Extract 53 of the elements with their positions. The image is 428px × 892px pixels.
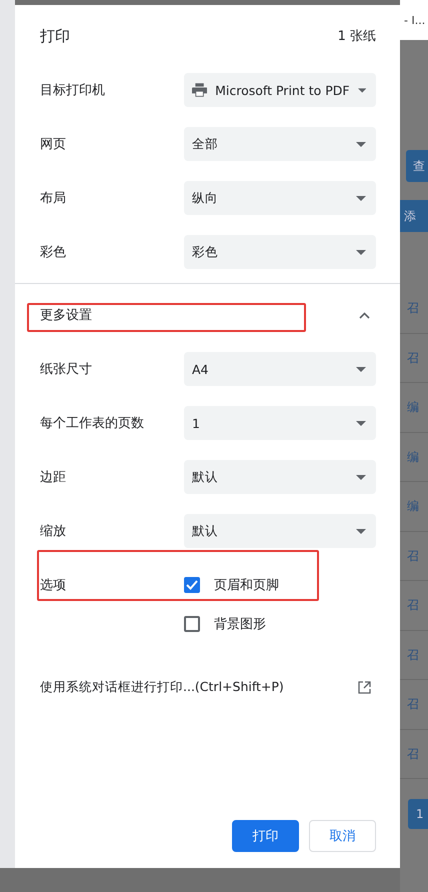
setting-label: 每个工作表的页数	[40, 415, 145, 432]
setting-label: 纸张尺寸	[40, 361, 93, 378]
table-cell: 编	[400, 383, 428, 432]
dropdown-caret-icon	[356, 474, 366, 480]
sheet-count: 1 张纸	[338, 28, 376, 45]
dropdown-caret-icon	[356, 528, 366, 534]
more-settings-toggle[interactable]: 更多设置	[40, 288, 376, 342]
table-cell: 召	[400, 730, 428, 779]
dropdown-select[interactable]: 默认	[184, 460, 376, 494]
dropdown-select[interactable]: Microsoft Print to PDF	[184, 73, 376, 107]
dropdown-select[interactable]: 彩色	[184, 235, 376, 269]
dropdown-select[interactable]: 1	[184, 406, 376, 440]
dropdown-caret-icon	[356, 142, 366, 146]
setting-label: 目标打印机	[40, 82, 106, 99]
dropdown-caret-icon	[356, 366, 366, 372]
setting-label: 彩色	[40, 244, 67, 261]
printer-icon	[192, 82, 208, 98]
tab-title: - I...	[400, 0, 428, 40]
checkbox[interactable]	[184, 577, 200, 593]
search-button[interactable]: 查	[406, 150, 428, 182]
dropdown-caret-icon	[356, 250, 366, 254]
table-cell: 召	[400, 581, 428, 630]
table-cell: 召	[400, 680, 428, 730]
dropdown-caret-icon	[356, 420, 366, 426]
print-button[interactable]: 打印	[232, 820, 299, 852]
chevron-icon	[359, 312, 370, 318]
dropdown-select[interactable]: 默认	[184, 514, 376, 548]
page-button[interactable]: 1	[408, 799, 428, 829]
checkbox-label: 背景图形	[214, 616, 266, 633]
setting-label: 更多设置	[40, 307, 93, 324]
setting-label: 缩放	[40, 523, 67, 540]
add-button[interactable]: 添	[400, 200, 428, 232]
dropdown-select[interactable]: 全部	[184, 127, 376, 161]
system-dialog-link[interactable]: 使用系统对话框进行打印...(Ctrl+Shift+P)	[40, 678, 358, 696]
open-in-new-icon	[358, 680, 371, 694]
table-cell: 召	[400, 630, 428, 680]
table-cell: 编	[400, 432, 428, 482]
checkbox-label: 页眉和页脚	[214, 577, 279, 594]
dialog-title: 打印	[40, 26, 70, 46]
table-cell: 召	[400, 334, 428, 383]
dropdown-caret-icon	[358, 88, 366, 92]
setting-label: 网页	[40, 136, 67, 153]
checkbox[interactable]	[184, 616, 200, 632]
cancel-button[interactable]: 取消	[309, 820, 376, 852]
dropdown-select[interactable]: A4	[184, 352, 376, 386]
table-cell: 召	[400, 284, 428, 334]
dropdown-caret-icon	[356, 196, 366, 200]
setting-label: 布局	[40, 190, 67, 207]
table-cell: 召	[400, 532, 428, 581]
table-cell: 编	[400, 482, 428, 532]
setting-label: 选项	[40, 577, 67, 594]
setting-label: 边距	[40, 469, 67, 486]
dropdown-select[interactable]: 纵向	[184, 181, 376, 215]
